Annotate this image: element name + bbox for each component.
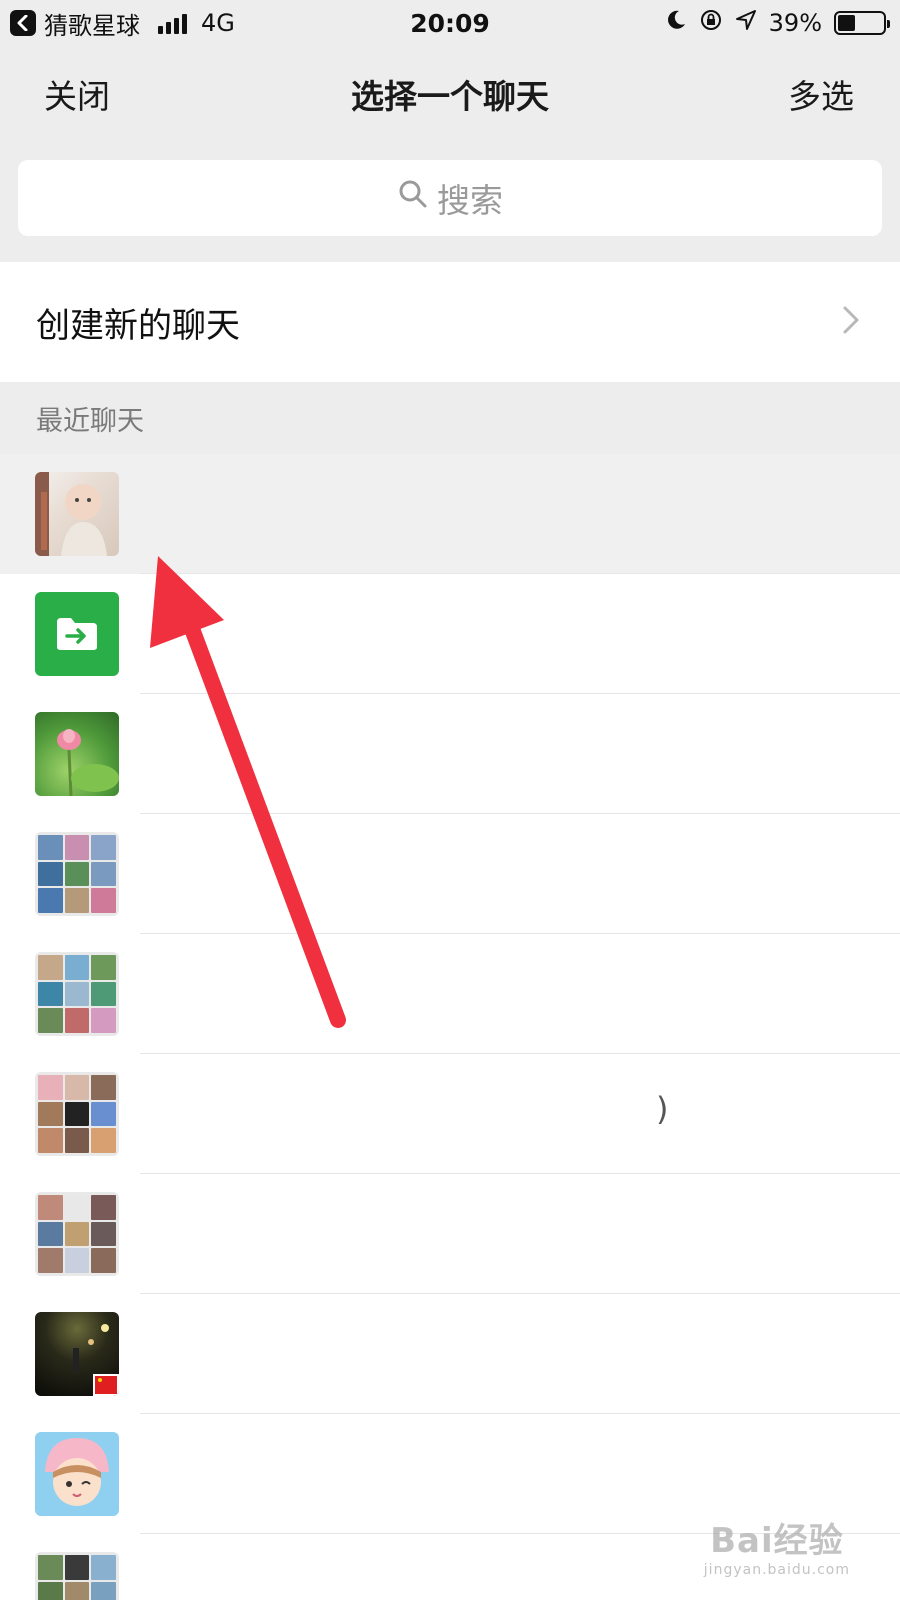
chevron-right-icon [842, 305, 860, 339]
chat-row-2[interactable] [0, 574, 900, 694]
carrier-label[interactable]: 猜歌星球 [44, 6, 140, 41]
file-transfer-icon [35, 592, 119, 676]
nav-bar: 关闭 选择一个聊天 多选 [0, 46, 900, 138]
chat-row-1[interactable] [0, 454, 900, 574]
group-avatar [35, 832, 119, 916]
group-avatar [35, 1192, 119, 1276]
group-avatar [35, 1552, 119, 1600]
rotation-lock-icon [699, 8, 723, 38]
recent-chats-header: 最近聊天 [0, 382, 900, 454]
search-placeholder: 搜索 [437, 181, 503, 220]
search-icon [397, 178, 429, 218]
page-title: 选择一个聊天 [351, 77, 549, 116]
search-input[interactable]: 搜索 [18, 160, 882, 236]
truncated-text: ) [656, 1090, 669, 1128]
watermark-brand: Bai经验 [710, 1521, 844, 1561]
back-app-icon[interactable] [10, 10, 36, 36]
close-button[interactable]: 关闭 [44, 70, 110, 118]
chat-row-7[interactable] [0, 1174, 900, 1294]
watermark-url: jingyan.baidu.com [703, 1562, 850, 1578]
moon-icon [665, 9, 687, 37]
location-icon [735, 9, 757, 37]
recent-chat-list: ) [0, 454, 900, 1600]
status-bar: 猜歌星球 4G 20:09 39% [0, 0, 900, 46]
group-avatar [35, 1072, 119, 1156]
chat-row-8[interactable] [0, 1294, 900, 1414]
chat-avatar-cartoon [35, 1432, 119, 1516]
status-left: 猜歌星球 4G [10, 6, 235, 41]
multi-select-button[interactable]: 多选 [788, 70, 854, 118]
battery-fill [838, 15, 856, 31]
network-label: 4G [201, 9, 235, 37]
baidu-watermark: Bai经验 jingyan.baidu.com [704, 1513, 850, 1578]
group-avatar [35, 952, 119, 1036]
chat-row-6[interactable]: ) [0, 1054, 900, 1174]
signal-icon [158, 12, 187, 34]
chat-row-5[interactable] [0, 934, 900, 1054]
battery-icon [834, 11, 890, 35]
chat-avatar-night [35, 1312, 119, 1396]
chat-avatar-baby [35, 472, 119, 556]
battery-percent: 39% [768, 9, 822, 37]
create-new-chat-row[interactable]: 创建新的聊天 [0, 262, 900, 382]
chat-row-3[interactable] [0, 694, 900, 814]
create-new-chat-label: 创建新的聊天 [36, 305, 240, 346]
chat-row-4[interactable] [0, 814, 900, 934]
status-right: 39% [665, 0, 890, 46]
chat-avatar-lotus [35, 712, 119, 796]
